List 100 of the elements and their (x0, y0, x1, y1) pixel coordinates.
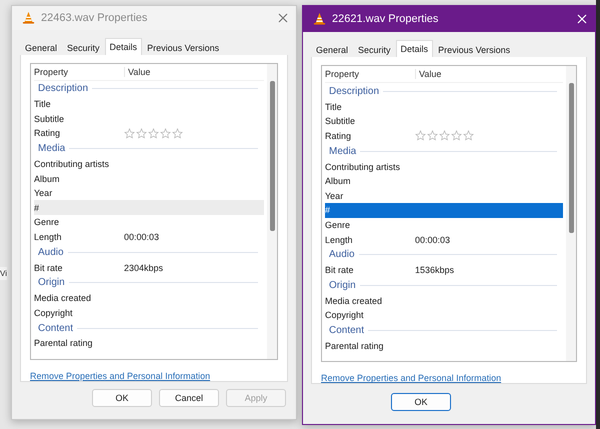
property-name: Title (325, 102, 343, 112)
property-row[interactable]: Bit rate 2304kbps (34, 260, 264, 275)
property-name: Subtitle (325, 116, 356, 126)
group-heading: Content (329, 325, 364, 336)
property-row[interactable]: Rating (34, 126, 264, 141)
property-row[interactable]: Parental rating (325, 338, 563, 354)
tab[interactable]: Security (62, 38, 105, 56)
star-icon (451, 130, 462, 142)
property-row[interactable]: Copyright (325, 308, 563, 323)
property-row[interactable]: Title (325, 99, 563, 114)
property-name: Rating (325, 130, 352, 141)
column-header[interactable]: Value (415, 69, 555, 80)
group-heading: Description (38, 83, 88, 94)
property-value: 00:00:03 (124, 232, 160, 242)
traffic-cone-icon (22, 11, 35, 24)
property-name: Year (325, 190, 344, 201)
property-name: Genre (34, 217, 60, 228)
remove-properties-link[interactable]: Remove Properties and Personal Information (321, 373, 502, 384)
remove-properties-link[interactable]: Remove Properties and Personal Information (30, 370, 210, 381)
property-row[interactable]: Genre (325, 218, 563, 232)
property-row[interactable]: Length 00:00:03 (325, 232, 563, 247)
star-rating[interactable] (415, 130, 474, 142)
tab[interactable]: Details (104, 38, 142, 55)
tab[interactable]: Previous Versions (142, 38, 224, 56)
property-name: Media created (325, 296, 384, 306)
group-heading: Audio (38, 246, 64, 258)
star-icon (172, 128, 183, 139)
scrollbar-thumb[interactable] (270, 80, 274, 231)
property-name: Year (34, 188, 54, 198)
group-heading: Content (38, 322, 74, 334)
property-row[interactable]: Year (34, 186, 264, 200)
property-row[interactable]: Album (34, 171, 264, 186)
property-row[interactable]: Media created (325, 293, 563, 308)
property-name: # (325, 205, 332, 216)
star-icon (160, 128, 171, 139)
star-icon (463, 130, 474, 142)
property-name: Copyright (34, 308, 74, 318)
star-icon (148, 128, 159, 139)
scrollbar-thumb[interactable] (568, 83, 574, 234)
group-heading: Media (38, 143, 66, 154)
tab[interactable]: Previous Versions (433, 41, 516, 58)
property-value: 00:00:03 (415, 234, 450, 244)
property-name: Rating (34, 128, 62, 138)
group-heading: Description (329, 86, 380, 97)
property-row[interactable]: Year (325, 188, 563, 204)
star-icon (124, 128, 135, 139)
property-row[interactable]: Subtitle (34, 112, 264, 126)
property-row[interactable]: Parental rating (34, 336, 264, 351)
star-icon (427, 130, 438, 142)
property-row[interactable]: Subtitle (325, 114, 563, 129)
property-row[interactable]: Length 00:00:03 (34, 230, 264, 244)
property-row[interactable]: Contributing artists (325, 159, 563, 174)
property-name: Contributing artists (325, 162, 402, 172)
property-row[interactable]: Bit rate 1536kbps (325, 262, 563, 278)
group-heading: Audio (329, 249, 355, 260)
property-name: Parental rating (34, 338, 94, 348)
property-name: Length (325, 234, 354, 244)
group-heading: Media (329, 146, 356, 157)
property-name: Subtitle (34, 114, 66, 124)
star-icon (439, 130, 450, 142)
property-row[interactable]: Genre (34, 215, 264, 230)
property-value: 1536kbps (415, 265, 454, 276)
property-row[interactable]: Rating (325, 128, 563, 144)
traffic-cone-icon (313, 12, 326, 26)
property-row[interactable]: Contributing artists (34, 156, 264, 172)
property-row[interactable]: Media created (34, 290, 264, 306)
property-name: Media created (34, 293, 92, 304)
star-icon (136, 128, 147, 139)
tab[interactable]: Security (353, 41, 396, 58)
background-text: Vi (0, 267, 7, 280)
window-title: 22463.wav Properties (41, 12, 148, 24)
property-name: Bit rate (325, 265, 355, 276)
property-name: Bit rate (34, 262, 64, 273)
property-name: Genre (325, 220, 352, 230)
tab[interactable]: Details (396, 40, 434, 58)
group-heading: Origin (329, 280, 356, 291)
star-icon (415, 130, 426, 142)
property-row[interactable]: Copyright (34, 305, 264, 320)
property-row[interactable]: Title (34, 96, 264, 112)
property-name: Album (325, 176, 352, 186)
property-value: 2304kbps (124, 262, 164, 273)
column-header[interactable]: Property (325, 69, 415, 80)
group-heading: Origin (38, 277, 65, 288)
property-name: Parental rating (325, 340, 385, 351)
tab[interactable]: General (20, 38, 62, 56)
property-row[interactable]: # (34, 200, 264, 216)
property-row[interactable]: Album (325, 174, 563, 188)
dialog-button[interactable]: OK (92, 389, 152, 408)
tab[interactable]: General (311, 41, 354, 58)
property-name: Contributing artists (34, 158, 110, 169)
property-name: Title (34, 99, 52, 110)
dialog-button[interactable]: Cancel (159, 389, 219, 408)
dialog-button[interactable]: OK (391, 393, 451, 412)
star-rating[interactable] (124, 128, 183, 139)
property-row[interactable]: # (325, 203, 563, 218)
property-name: Album (34, 174, 61, 184)
property-name: Copyright (325, 310, 365, 320)
column-header[interactable]: Property (34, 66, 124, 77)
column-header[interactable]: Value (124, 66, 264, 77)
property-name: Length (34, 232, 63, 242)
